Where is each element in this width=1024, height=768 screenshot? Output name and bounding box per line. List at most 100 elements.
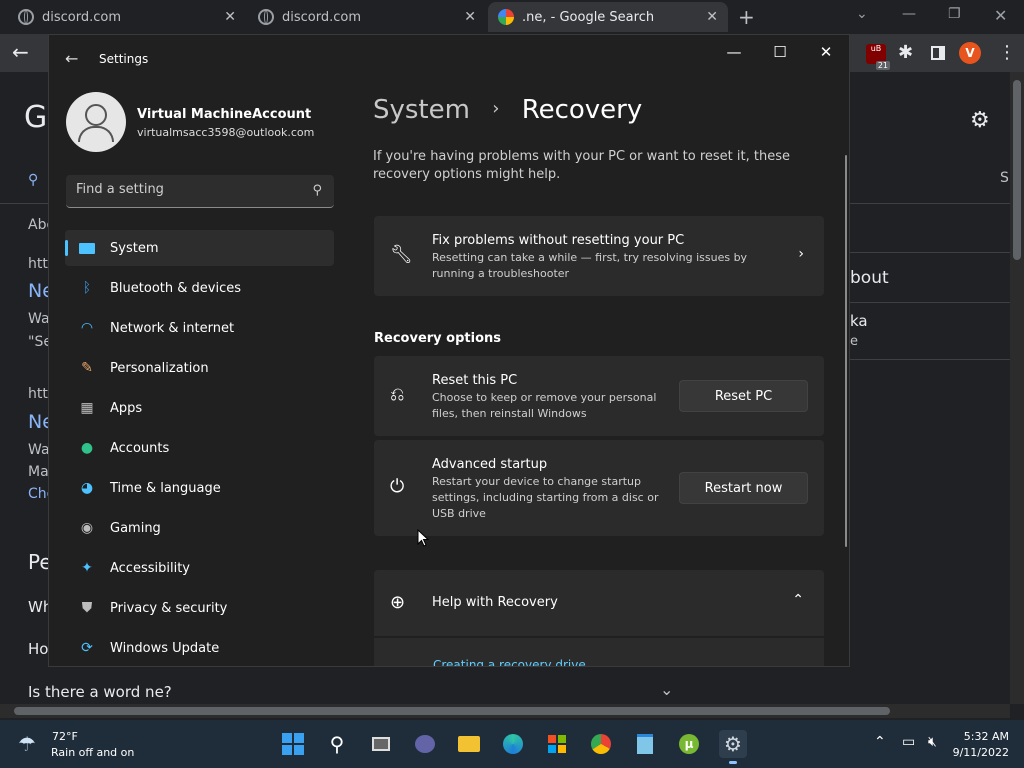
folder-shape	[458, 736, 480, 752]
sidebar-item-label: Privacy & security	[110, 600, 228, 616]
chrome-icon[interactable]	[587, 730, 615, 758]
weather-description[interactable]: Rain off and on	[51, 746, 134, 759]
settings-scrollbar[interactable]	[845, 155, 847, 547]
scrollbar-thumb[interactable]	[14, 707, 890, 715]
search-icon[interactable]: ⚲	[312, 183, 322, 198]
close-icon[interactable]: ✕	[224, 9, 236, 25]
tab-search-icon[interactable]: ⌄	[856, 6, 868, 22]
settings-app-icon[interactable]: ⚙	[719, 730, 747, 764]
find-setting-search[interactable]: ⚲	[66, 175, 334, 208]
reset-pc-card: ⎌ Reset this PC Choose to keep or remove…	[374, 356, 824, 436]
result-snippet-partial: Ma	[28, 464, 49, 480]
chevron-up-icon[interactable]: ⌃	[792, 592, 804, 608]
edge-shape	[503, 734, 523, 754]
close-button[interactable]: ✕	[811, 43, 841, 61]
browser-tab-discord-1[interactable]: discord.com ✕	[8, 2, 246, 32]
rain-umbrella-icon[interactable]: ☂	[18, 732, 36, 756]
search-input[interactable]	[76, 182, 296, 197]
restore-icon[interactable]: ❐	[948, 6, 961, 22]
more-menu-icon[interactable]: ⋮	[998, 42, 1016, 63]
maximize-button[interactable]: ☐	[765, 43, 795, 61]
reset-pc-icon: ⎌	[390, 384, 405, 405]
sidebar-item-gaming[interactable]: ◉ Gaming	[65, 510, 334, 546]
utorrent-shape: µ	[679, 734, 699, 754]
knowledge-panel-partial: bout	[850, 268, 889, 288]
clock-date[interactable]: 9/11/2022	[949, 746, 1009, 759]
browser-tab-google-search[interactable]: .ne, - Google Search ✕	[488, 2, 728, 32]
store-shape	[548, 735, 566, 753]
sidebar-item-accessibility[interactable]: ✦ Accessibility	[65, 550, 334, 586]
question-word-ne[interactable]: Is there a word ne?	[28, 683, 172, 701]
sidebar-item-bluetooth[interactable]: ᛒ Bluetooth & devices	[65, 270, 334, 306]
sidebar-item-privacy-security[interactable]: ⛊ Privacy & security	[65, 590, 334, 626]
tab-label-partial: S	[1000, 170, 1009, 186]
horizontal-scrollbar[interactable]	[0, 704, 1010, 718]
sidebar-item-system[interactable]: System	[65, 230, 334, 266]
chevron-up-icon[interactable]: ⌃	[874, 734, 886, 750]
knowledge-panel-partial: ka	[850, 312, 868, 330]
task-view-icon[interactable]	[367, 730, 395, 758]
sidebar-item-label: Network & internet	[110, 320, 235, 336]
sidebar-item-accounts[interactable]: ● Accounts	[65, 430, 334, 466]
wifi-icon: ◠	[80, 320, 94, 336]
reset-pc-button[interactable]: Reset PC	[679, 380, 808, 412]
intro-text: If you're having problems with your PC o…	[373, 149, 790, 182]
clock-time[interactable]: 5:32 AM	[959, 730, 1009, 743]
notepad-shape	[637, 734, 653, 754]
start-button[interactable]	[279, 730, 307, 758]
tab-title: discord.com	[42, 9, 122, 25]
volume-muted-icon[interactable]: 🔇︎	[928, 734, 937, 750]
utorrent-icon[interactable]: µ	[675, 730, 703, 758]
sidebar-item-time-language[interactable]: ◕ Time & language	[65, 470, 334, 506]
scrollbar-thumb[interactable]	[1013, 80, 1021, 260]
weather-temperature[interactable]: 72°F	[52, 730, 78, 743]
breadcrumb-parent[interactable]: System	[373, 95, 470, 125]
google-icon	[498, 9, 514, 25]
profile-avatar[interactable]: V	[959, 42, 981, 64]
close-icon[interactable]: ✕	[464, 9, 476, 25]
new-tab-button[interactable]: +	[738, 5, 755, 29]
sidebar-item-network[interactable]: ◠ Network & internet	[65, 310, 334, 346]
fix-problems-card[interactable]: 🔧︎ Fix problems without resetting your P…	[374, 216, 824, 296]
restart-now-button[interactable]: Restart now	[679, 472, 808, 504]
sidebar-item-label: Bluetooth & devices	[110, 280, 241, 296]
settings-gear-icon[interactable]: ⚙	[970, 108, 990, 133]
teams-chat-icon[interactable]	[411, 730, 439, 758]
breadcrumb: System › Recovery	[373, 95, 642, 125]
card-title: Reset this PC	[432, 373, 518, 388]
creating-recovery-drive-link[interactable]: Creating a recovery drive	[433, 658, 586, 666]
vertical-scrollbar[interactable]	[1010, 72, 1024, 704]
minimize-button[interactable]: —	[719, 43, 749, 61]
help-with-recovery-card[interactable]: ⊕ Help with Recovery ⌃	[374, 570, 824, 636]
microsoft-store-icon[interactable]	[543, 730, 571, 758]
person-icon	[85, 104, 107, 126]
sidebar-item-label: Personalization	[110, 360, 209, 376]
sidebar-item-windows-update[interactable]: ⟳ Windows Update	[65, 630, 334, 666]
chevron-down-icon[interactable]: ⌄	[660, 680, 673, 699]
notepad-icon[interactable]	[631, 730, 659, 758]
edge-browser-icon[interactable]	[499, 730, 527, 758]
back-arrow-icon[interactable]: ←	[65, 49, 78, 68]
close-window-icon[interactable]: ✕	[994, 6, 1007, 25]
card-title: Help with Recovery	[432, 595, 558, 610]
shield-icon: ⛊	[81, 600, 93, 616]
sidebar-item-apps[interactable]: ▦ Apps	[65, 390, 334, 426]
browser-tab-discord-2[interactable]: discord.com ✕	[248, 2, 486, 32]
section-title: Recovery options	[374, 331, 501, 346]
sidebar-item-personalization[interactable]: ✎ Personalization	[65, 350, 334, 386]
side-panel-icon[interactable]	[931, 46, 945, 60]
file-explorer-icon[interactable]	[455, 730, 483, 758]
minimize-icon[interactable]: —	[902, 6, 916, 22]
ublock-extension-icon[interactable]: uB 21	[866, 44, 890, 70]
back-arrow-icon[interactable]: ←	[12, 40, 29, 64]
settings-window: ← Settings — ☐ ✕ Virtual MachineAccount …	[48, 34, 850, 667]
question-partial[interactable]: Ho	[28, 640, 48, 658]
extensions-puzzle-icon[interactable]: ✱	[898, 42, 913, 63]
monitor-icon[interactable]: ▭	[902, 734, 915, 750]
taskbar-search-icon[interactable]: ⚲	[323, 730, 351, 758]
card-description: Choose to keep or remove your personal f…	[432, 391, 657, 420]
account-avatar[interactable]	[66, 92, 126, 152]
tab-title: discord.com	[282, 9, 362, 25]
close-icon[interactable]: ✕	[706, 9, 718, 25]
settings-title-bar: ← Settings — ☐ ✕	[49, 35, 849, 83]
